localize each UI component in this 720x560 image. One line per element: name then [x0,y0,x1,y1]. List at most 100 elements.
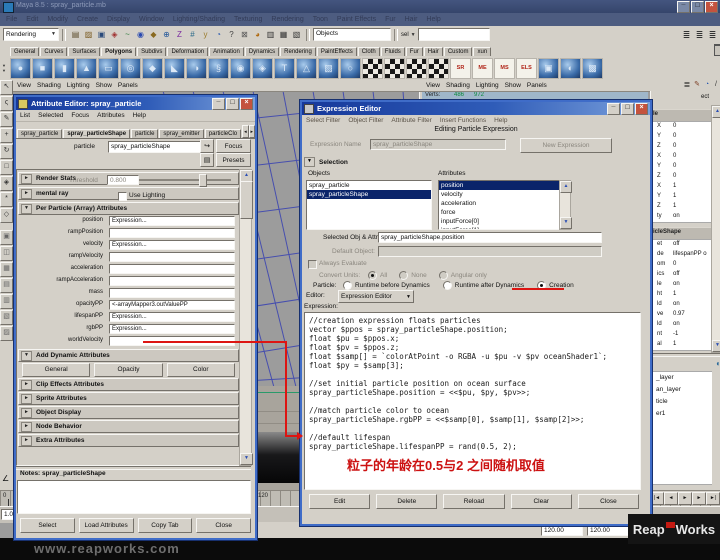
channel-row[interactable]: Z0 [652,142,712,152]
panel-menu-item[interactable]: Shading [446,82,470,89]
multi-layout-icon[interactable]: ▨ [0,326,13,341]
poly-combine-icon[interactable]: ▧ [318,58,339,79]
expression-name-field[interactable]: spray_particleShape [370,139,506,150]
shelf-tab[interactable]: Polygons [101,47,136,56]
go-to-start-button[interactable]: |◄ [650,492,664,505]
panel-menu-item[interactable]: Panels [527,82,547,89]
menu-item[interactable]: Rendering [271,16,303,23]
menu-item[interactable]: File [6,16,17,23]
section-header-per-particle[interactable]: Per Particle (Array) Attributes [18,202,239,215]
channel-box-scrollbar[interactable]: ▲ ▼ [711,105,720,353]
panel-menu-item[interactable]: Panels [118,82,138,89]
attribute-value-field[interactable] [109,288,235,298]
notes-textarea[interactable] [17,480,251,514]
menu-item[interactable]: Insert Functions [440,117,486,124]
shelf-extra-icon-1[interactable]: ▣ [538,58,559,79]
poly-pipe-icon[interactable]: ◑ [186,58,207,79]
menu-item[interactable]: Fur [385,16,396,23]
menu-item[interactable]: Object Filter [348,117,383,124]
collapse-arrow-icon[interactable] [21,204,32,214]
attribute-editor-tab[interactable]: particleClo [205,129,241,138]
channel-row[interactable]: Y0 [652,132,712,142]
dialog-button[interactable]: Close [196,518,251,533]
scroll-down-icon[interactable]: ▼ [560,217,572,229]
attribute-editor-tab[interactable]: spray_particleShape [63,129,130,138]
channel-row[interactable]: om0 [652,260,712,270]
universal-manipulator-icon[interactable]: ◈ [0,176,13,191]
shelf-tab[interactable]: xun [473,47,491,56]
threshold-slider[interactable] [139,179,231,181]
graph-layout-icon[interactable]: ▧ [0,310,13,325]
shelf-tab[interactable]: Animation [209,47,244,56]
expand-arrow-icon[interactable] [21,380,32,390]
menu-item[interactable]: Help [426,16,440,23]
channel-row[interactable]: etoff [652,240,712,250]
channel-row[interactable]: ve0.97 [652,310,712,320]
attribute-list-item[interactable]: inputForce[0] [439,217,559,226]
threshold-field[interactable]: 0.800 [107,175,139,185]
poly-cube-icon[interactable]: ■ [32,58,53,79]
open-scene-icon[interactable]: ▨ [82,28,95,42]
shelf-tab[interactable]: Curves [40,47,67,56]
attribute-list-item[interactable]: acceleration [439,199,559,208]
attribute-editor-tab[interactable]: spray_particle [17,129,62,138]
show-tool-settings-icon[interactable]: ≣ [693,28,706,42]
section-header[interactable]: Sprite Attributes [18,392,239,405]
pencil-icon[interactable]: ✎ [692,78,702,92]
panel-menu-item[interactable]: Shading [37,82,61,89]
close-icon[interactable] [635,103,648,115]
layer-row[interactable]: an_layer [652,384,712,396]
menu-item[interactable]: Edit [26,16,38,23]
poly-pyramid-icon[interactable]: ◣ [164,58,185,79]
shelf-tab[interactable]: General [10,47,39,56]
quick-select-input[interactable] [418,28,490,41]
trash-icon[interactable] [714,44,720,56]
menu-item[interactable]: Selected [38,112,63,119]
mel-script-icon-els[interactable]: ELS [516,58,537,79]
layer-row[interactable]: _layer [652,372,712,384]
help-line-icon[interactable]: ? [225,28,238,42]
channel-row[interactable]: delifespanPP o [652,250,712,260]
object-list-item[interactable]: spray_particle [307,181,431,190]
lasso-select-tool-icon[interactable]: ς [0,96,13,111]
focus-button[interactable]: Focus [216,139,251,153]
rotate-tool-icon[interactable]: ↻ [0,144,13,159]
menu-item[interactable]: Lighting/Shading [173,16,225,23]
convert-units-radio[interactable]: All [368,271,387,280]
attribute-value-field[interactable]: Expression... [109,312,235,322]
attribute-editor-title-bar[interactable]: Attribute Editor: spray_particle [16,97,255,110]
go-to-end-button[interactable]: ►| [706,492,720,505]
panel-menu-item[interactable]: Show [96,82,112,89]
new-scene-icon[interactable]: ▤ [69,28,82,42]
shelf-tab[interactable]: Surfaces [68,47,100,56]
expand-arrow-icon[interactable] [21,408,32,418]
two-pane-layout-icon[interactable]: ◫ [0,246,13,261]
maximize-button[interactable] [691,1,704,13]
menu-item[interactable]: Toon [313,16,328,23]
scroll-up-icon[interactable]: ▲ [712,106,720,118]
editor-dropdown[interactable]: Expression Editor ▼ [338,290,414,303]
scale-tool-icon[interactable]: □ [0,160,13,175]
bars-icon[interactable]: ≣ [682,78,692,92]
inputs-icon[interactable]: ⊕ [160,28,173,42]
show-channel-box-icon[interactable]: ≣ [706,28,719,42]
menu-item[interactable]: List [20,112,30,119]
expression-editor-title-bar[interactable]: Expression Editor [302,102,650,115]
expand-arrow-icon[interactable] [21,174,32,184]
shelf-tab[interactable]: Subdivs [137,47,166,56]
menu-item[interactable]: Attributes [97,112,124,119]
checker-map-icon-1[interactable] [362,58,383,79]
chevron-down-icon[interactable]: ▼ [411,32,416,38]
poly-text-icon[interactable]: T [274,58,295,79]
new-expression-button[interactable]: New Expression [520,138,612,153]
playback-end-field[interactable]: 120.00 [587,525,629,536]
menu-item[interactable]: Help [494,117,507,124]
section-header[interactable]: Extra Attributes [18,434,239,447]
mel-script-icon-me[interactable]: ME [472,58,493,79]
snap-to-grids-icon[interactable]: ◈ [108,28,121,42]
step-forward-button[interactable]: ► [692,492,706,505]
poly-smooth-icon[interactable]: ○ [340,58,361,79]
paint-effects-icon[interactable]: y [199,28,212,42]
attribute-value-field[interactable]: Expression... [109,216,235,226]
section-header[interactable]: Node Behavior [18,420,239,433]
